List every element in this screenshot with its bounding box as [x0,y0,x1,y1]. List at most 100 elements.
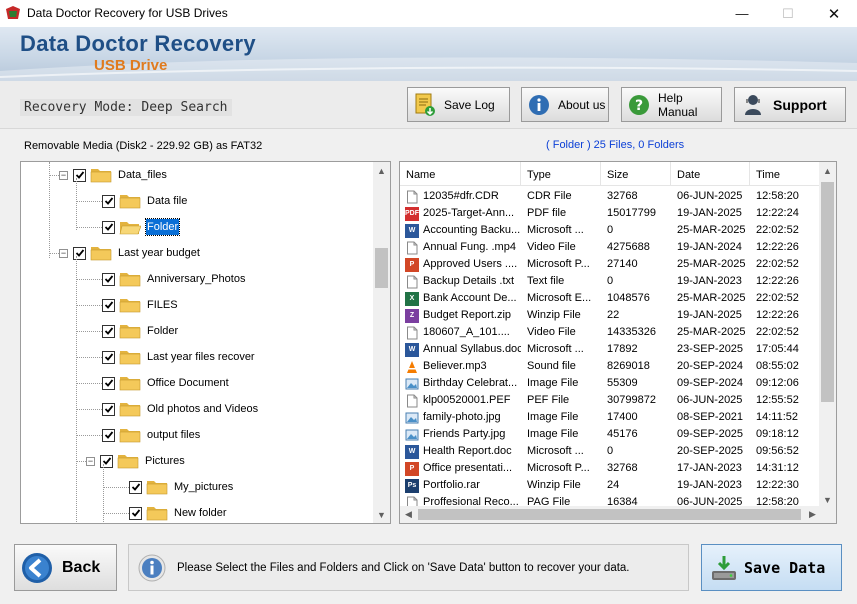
table-row[interactable]: Friends Party.jpg Image File 45176 09-SEP-2… [400,426,820,443]
table-row[interactable]: W Health Report.doc Microsoft ... 0 20-SEP-2… [400,443,820,460]
folder-icon [119,427,141,443]
cell-time: 22:02:52 [756,258,799,270]
tree-node[interactable]: FILES [102,294,179,316]
node-checkbox[interactable] [73,168,86,182]
node-checkbox[interactable] [102,350,115,364]
tree-connector [76,201,102,202]
table-row[interactable]: klp00520001.PEF PEF File 30799872 06-JUN-20… [400,392,820,409]
column-header-date[interactable]: Date [671,162,750,186]
minimize-button[interactable]: — [719,0,765,27]
cell-type: Microsoft E... [527,292,592,304]
node-checkbox[interactable] [102,428,115,442]
folder-icon [117,453,139,469]
maximize-button[interactable]: ☐ [765,0,811,27]
cell-date: 19-JAN-2023 [677,479,742,491]
node-checkbox[interactable] [102,194,115,208]
open-folder-icon [119,219,141,235]
table-row[interactable]: 12035#dfr.CDR CDR File 32768 06-JUN-2025 12:… [400,188,820,205]
folder-tree[interactable]: ▲ ▼ − Data_files Data file Folder − Last year… [20,161,391,524]
tree-node[interactable]: Data file [102,190,188,212]
back-button[interactable]: Back [14,544,117,591]
table-row[interactable]: Ps Portfolio.rar Winzip File 24 19-JAN-2023 1… [400,477,820,494]
tree-node[interactable]: Folder [102,216,181,238]
cell-type: PDF file [527,207,567,219]
tree-node[interactable]: Last year files recover [102,346,256,368]
tree-scrollbar[interactable]: ▲ ▼ [373,162,390,523]
cell-type: Image File [527,377,579,389]
node-checkbox[interactable] [129,506,142,520]
node-checkbox[interactable] [102,376,115,390]
support-button[interactable]: Support [734,87,846,122]
table-row[interactable]: Annual Fung. .mp4 Video File 4275688 19-JAN… [400,239,820,256]
tree-connector [76,305,102,306]
table-row[interactable]: family-photo.jpg Image File 17400 08-SEP-20… [400,409,820,426]
column-header-type[interactable]: Type [521,162,601,186]
table-row[interactable]: P Office presentati... Microsoft P... 32768… [400,460,820,477]
column-header-time[interactable]: Time [750,162,820,186]
cell-type: Microsoft ... [527,224,584,236]
table-row[interactable]: PDF 2025-Target-Ann... PDF file 15017799 19-… [400,205,820,222]
back-arrow-icon [21,552,53,584]
tree-node[interactable]: My_pictures [129,476,234,498]
file-name: Believer.mp3 [423,360,487,372]
tree-node[interactable]: output files [102,424,201,446]
table-row[interactable]: 180607_A_101.... Video File 14335326 25-MAR… [400,324,820,341]
folder-icon [90,245,112,261]
file-name: Bank Account De... [423,292,517,304]
file-name: Birthday Celebrat... [423,377,518,389]
table-row[interactable]: Birthday Celebrat... Image File 55309 09-SE… [400,375,820,392]
brand-subtitle: USB Drive [94,57,168,74]
tree-connector [103,513,129,514]
cell-time: 14:31:12 [756,462,799,474]
tree-connector [76,331,102,332]
tree-node[interactable]: Folder [102,320,179,342]
collapse-toggle-icon[interactable]: − [86,456,95,466]
tree-node-label: Last year files recover [147,351,255,363]
table-row[interactable]: Backup Details .txt Text file 0 19-JAN-2023… [400,273,820,290]
help-manual-button[interactable]: ? Help Manual [621,87,722,122]
table-row[interactable]: P Approved Users .... Microsoft P... 27140 2… [400,256,820,273]
about-us-button[interactable]: About us [521,87,609,122]
file-name: Accounting Backu... [423,224,521,236]
scroll-down-arrow-icon[interactable]: ▼ [373,506,390,523]
node-checkbox[interactable] [102,220,115,234]
cell-type: Image File [527,428,579,440]
tree-node[interactable]: Anniversary_Photos [102,268,246,290]
table-row[interactable]: W Accounting Backu... Microsoft ... 0 25-MAR… [400,222,820,239]
list-vertical-scrollbar[interactable]: ▲ ▼ [819,162,836,508]
node-checkbox[interactable] [102,272,115,286]
node-checkbox[interactable] [102,402,115,416]
save-data-button[interactable]: Save Data [701,544,842,591]
table-row[interactable]: X Bank Account De... Microsoft E... 1048576… [400,290,820,307]
list-scroll-up-arrow-icon[interactable]: ▲ [819,162,836,179]
tree-node[interactable]: Old photos and Videos [102,398,259,420]
node-checkbox[interactable] [102,324,115,338]
file-list[interactable]: Name Type Size Date Time 12035#dfr.CDR CDR Fi… [399,161,837,524]
video-file-icon [405,241,419,255]
save-log-label: Save Log [444,97,495,112]
tree-node[interactable]: Office Document [102,372,230,394]
save-log-button[interactable]: Save Log [407,87,510,122]
table-row[interactable]: Believer.mp3 Sound file 8269018 20-SEP-2024… [400,358,820,375]
node-checkbox[interactable] [100,454,113,468]
list-horizontal-scrollbar[interactable]: ◀ ▶ [400,506,821,523]
tree-node[interactable]: − Pictures [86,450,186,472]
tree-scroll-thumb[interactable] [375,248,388,288]
node-checkbox[interactable] [73,246,86,260]
table-row[interactable]: Z Budget Report.zip Winzip File 22 19-JAN-20… [400,307,820,324]
column-header-name[interactable]: Name [400,162,521,186]
list-vertical-scroll-thumb[interactable] [821,182,834,402]
list-scroll-left-arrow-icon[interactable]: ◀ [400,506,417,523]
tree-node[interactable]: − Last year budget [59,242,201,264]
tree-node[interactable]: New folder [129,502,228,523]
node-checkbox[interactable] [102,298,115,312]
list-horizontal-scroll-thumb[interactable] [418,509,801,520]
close-button[interactable]: ✕ [811,0,857,27]
table-row[interactable]: W Annual Syllabus.doc Microsoft ... 17892 23… [400,341,820,358]
node-checkbox[interactable] [129,480,142,494]
collapse-toggle-icon[interactable]: − [59,170,68,180]
cell-type: Microsoft P... [527,258,590,270]
column-header-size[interactable]: Size [601,162,671,186]
collapse-toggle-icon[interactable]: − [59,248,68,258]
scroll-up-arrow-icon[interactable]: ▲ [373,162,390,179]
